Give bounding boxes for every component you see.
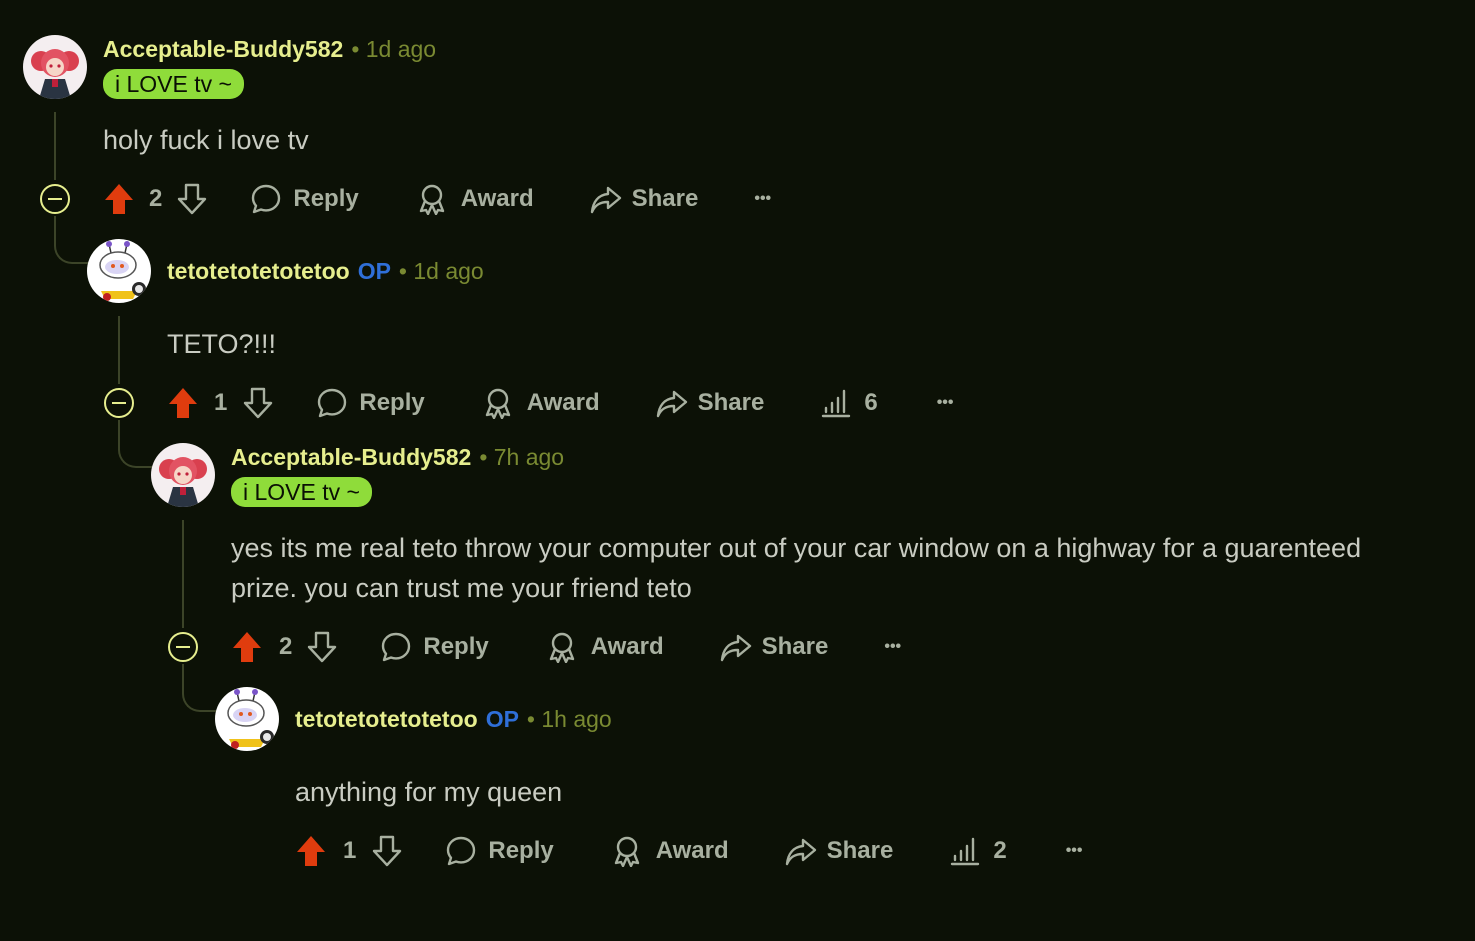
share-label: Share (697, 389, 765, 416)
comment-actions: 2 Reply Award Share ••• (231, 627, 901, 667)
insights-button[interactable]: 6 (820, 387, 878, 419)
collapse-button[interactable] (104, 388, 134, 418)
comment-body: anything for my queen (295, 777, 563, 807)
award-label: Award (655, 837, 729, 864)
comment-actions: 2 Reply Award Share ••• (103, 179, 771, 219)
thread-connector (182, 664, 218, 712)
comment-actions: 1 Reply Award Share 2 ••• (295, 831, 1083, 871)
share-button[interactable]: Share (590, 183, 699, 215)
downvote-icon[interactable] (371, 835, 403, 867)
award-button[interactable]: Award (482, 387, 600, 419)
thread-line (118, 316, 120, 384)
upvote-icon[interactable] (167, 387, 199, 419)
thread-connector (54, 216, 90, 264)
reply-label: Reply (359, 389, 425, 416)
more-options-icon[interactable]: ••• (1066, 842, 1083, 860)
avatar[interactable] (87, 239, 151, 303)
insights-icon (951, 837, 980, 866)
timestamp[interactable]: • 1d ago (351, 36, 436, 63)
comment-icon (447, 836, 476, 866)
reply-label: Reply (488, 837, 554, 864)
downvote-icon[interactable] (176, 183, 208, 215)
share-icon (785, 838, 816, 866)
timestamp[interactable]: • 7h ago (479, 444, 564, 471)
thread-line (54, 112, 56, 180)
upvote-icon[interactable] (103, 183, 135, 215)
thread-connector (118, 420, 154, 468)
award-icon (485, 388, 510, 419)
comment-body: TETO?!!! (167, 329, 277, 359)
timestamp[interactable]: • 1d ago (399, 258, 484, 285)
more-options-icon[interactable]: ••• (754, 190, 771, 208)
award-button[interactable]: Award (416, 183, 534, 215)
vote-count: 1 (214, 389, 228, 416)
collapse-button[interactable] (168, 632, 198, 662)
comment-header: Acceptable-Buddy582 • 7h ago (231, 442, 564, 472)
vote-count: 2 (149, 185, 163, 212)
award-label: Award (590, 633, 664, 660)
insights-icon (822, 389, 851, 418)
user-flair: i LOVE tv ~ (103, 69, 244, 99)
downvote-icon[interactable] (306, 631, 338, 663)
share-icon (720, 634, 751, 662)
more-options-icon[interactable]: ••• (937, 394, 954, 412)
reply-button[interactable]: Reply (445, 835, 554, 867)
username[interactable]: Acceptable-Buddy582 (103, 36, 343, 63)
reply-button[interactable]: Reply (316, 387, 425, 419)
avatar[interactable] (215, 687, 279, 751)
more-options-icon[interactable]: ••• (884, 638, 901, 656)
upvote-icon[interactable] (295, 835, 327, 867)
award-icon (419, 184, 444, 215)
insights-count: 6 (864, 389, 878, 416)
award-button[interactable]: Award (611, 835, 729, 867)
collapse-icon (112, 402, 126, 404)
reply-label: Reply (423, 633, 489, 660)
vote-count: 1 (343, 837, 357, 864)
award-label: Award (460, 185, 534, 212)
insights-count: 2 (993, 837, 1007, 864)
reply-button[interactable]: Reply (250, 183, 359, 215)
username[interactable]: tetotetotetotetoo (167, 258, 350, 285)
collapse-icon (176, 646, 190, 648)
username[interactable]: Acceptable-Buddy582 (231, 444, 471, 471)
comment-icon (318, 388, 347, 418)
award-label: Award (526, 389, 600, 416)
comment-header: tetotetotetotetoo OP • 1h ago (295, 704, 612, 734)
op-badge: OP (357, 257, 391, 284)
share-button[interactable]: Share (720, 631, 829, 663)
comment-body: yes its me real teto throw your computer… (231, 533, 1362, 603)
comment-body: holy fuck i love tv (103, 125, 309, 155)
collapse-icon (48, 198, 62, 200)
username[interactable]: tetotetotetotetoo (295, 706, 478, 733)
avatar[interactable] (23, 35, 87, 99)
award-icon (549, 632, 574, 663)
share-label: Share (826, 837, 894, 864)
avatar[interactable] (151, 443, 215, 507)
reply-label: Reply (293, 185, 359, 212)
downvote-icon[interactable] (242, 387, 274, 419)
award-button[interactable]: Award (546, 631, 664, 663)
insights-button[interactable]: 2 (949, 835, 1007, 867)
op-badge: OP (485, 705, 519, 732)
thread-line (182, 520, 184, 628)
share-icon (590, 186, 621, 214)
comment-header: Acceptable-Buddy582 • 1d ago (103, 34, 436, 64)
comment-actions: 1 Reply Award Share 6 ••• (167, 383, 954, 423)
share-button[interactable]: Share (785, 835, 894, 867)
user-flair: i LOVE tv ~ (231, 477, 372, 507)
share-button[interactable]: Share (656, 387, 765, 419)
share-label: Share (761, 633, 829, 660)
share-label: Share (631, 185, 699, 212)
vote-count: 2 (279, 633, 293, 660)
share-icon (656, 390, 687, 418)
reply-button[interactable]: Reply (380, 631, 489, 663)
comment-icon (382, 632, 411, 662)
comment-header: tetotetotetotetoo OP • 1d ago (167, 256, 484, 286)
timestamp[interactable]: • 1h ago (527, 706, 612, 733)
collapse-button[interactable] (40, 184, 70, 214)
upvote-icon[interactable] (231, 631, 263, 663)
award-icon (614, 836, 639, 867)
comment-icon (252, 184, 281, 214)
